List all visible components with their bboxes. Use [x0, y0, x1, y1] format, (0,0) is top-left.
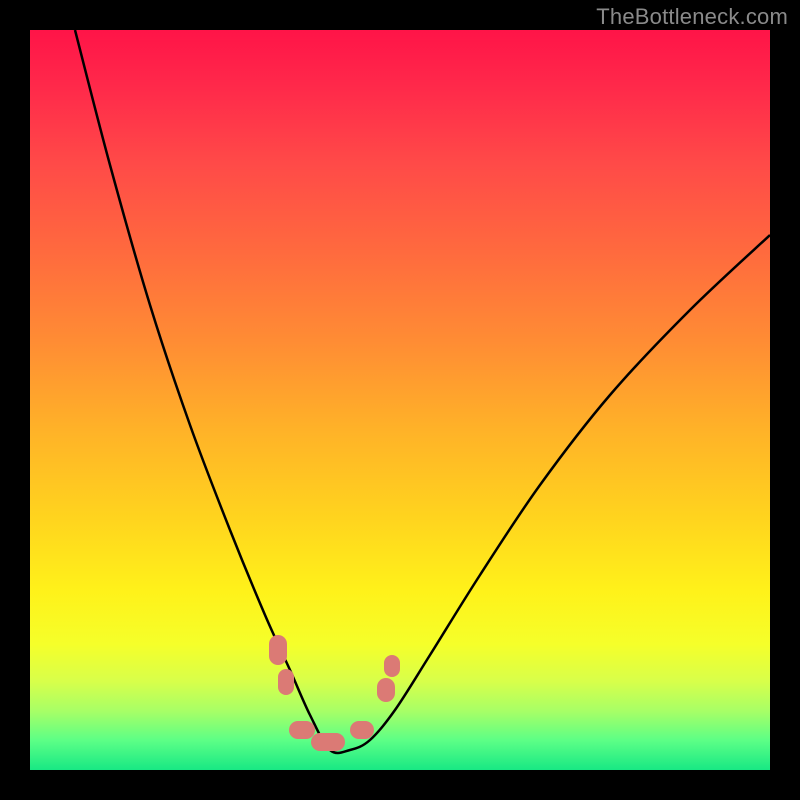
- data-marker: [350, 721, 374, 739]
- watermark-text: TheBottleneck.com: [596, 4, 788, 30]
- data-marker: [289, 721, 315, 739]
- data-marker: [384, 655, 400, 677]
- plot-area: [30, 30, 770, 770]
- data-marker: [269, 635, 287, 665]
- data-marker: [311, 733, 345, 751]
- data-marker: [377, 678, 395, 702]
- data-marker: [278, 669, 294, 695]
- data-markers-group: [30, 30, 770, 770]
- chart-stage: TheBottleneck.com: [0, 0, 800, 800]
